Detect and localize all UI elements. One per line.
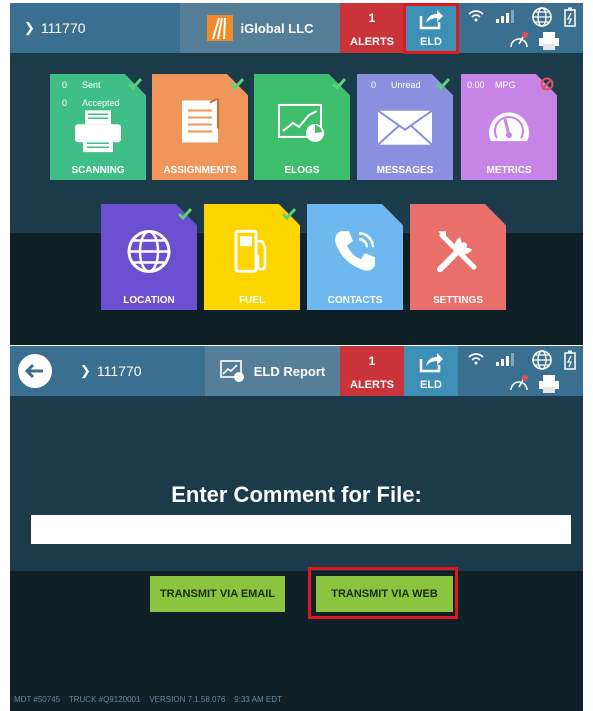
report-eld-button[interactable]: ELD bbox=[404, 346, 458, 396]
report-header: ELD Report bbox=[205, 346, 340, 396]
battery-icon bbox=[564, 350, 576, 370]
fuel-check-icon bbox=[282, 208, 296, 221]
footer-info: MDT #50745 TRUCK #Q9120001 VERSION 7.1.5… bbox=[14, 695, 282, 704]
messages-unread-label: Unread bbox=[391, 80, 421, 90]
eld-report-lower-band bbox=[10, 571, 583, 711]
tools-icon bbox=[437, 231, 477, 273]
alerts-label: ALERTS bbox=[350, 36, 394, 48]
metrics-blocked-icon bbox=[540, 77, 554, 91]
eld-highlight-box bbox=[403, 3, 459, 54]
report-eld-label: ELD bbox=[420, 379, 442, 391]
share-icon bbox=[419, 353, 443, 373]
footer-truck: TRUCK #Q9120001 bbox=[68, 695, 141, 704]
comment-prompt: Enter Comment for File: bbox=[171, 482, 422, 507]
printer-status-icon bbox=[539, 375, 559, 393]
scanning-sent-count: 0 bbox=[62, 80, 68, 90]
scanning-check-icon bbox=[128, 78, 142, 91]
phone-icon bbox=[335, 231, 375, 271]
elogs-small-icon bbox=[219, 360, 244, 382]
transmit-email-button[interactable]: TRANSMIT VIA EMAIL bbox=[150, 576, 285, 612]
footer-mdt: MDT #50745 bbox=[14, 695, 61, 704]
report-title: ELD Report bbox=[253, 363, 326, 379]
status-icons bbox=[458, 3, 583, 53]
elogs-check-icon bbox=[332, 78, 346, 91]
tile-metrics-label: METRICS bbox=[486, 165, 532, 176]
report-driver-id-text: 111770 bbox=[96, 363, 142, 379]
tile-location-label: LOCATION bbox=[123, 295, 175, 306]
elogs-chart-icon bbox=[278, 103, 324, 142]
battery-icon bbox=[564, 7, 576, 27]
metrics-mpg-label: MPG bbox=[495, 80, 516, 90]
scanning-accepted-label: Accepted bbox=[82, 98, 120, 108]
report-alerts-label: ALERTS bbox=[350, 379, 394, 391]
gauge-status-icon bbox=[510, 375, 528, 391]
assignments-check-icon bbox=[230, 78, 244, 91]
gauge-status-icon bbox=[510, 32, 528, 48]
tile-assignments-label: ASSIGNMENTS bbox=[163, 165, 237, 176]
globe-large-icon bbox=[127, 229, 171, 273]
footer-version: VERSION 7.1.58.076 bbox=[149, 695, 226, 704]
tile-elogs-label: ELOGS bbox=[284, 165, 320, 176]
chevron-right-icon: ❯ bbox=[24, 20, 35, 35]
transmit-web-highlight-box bbox=[308, 567, 458, 619]
tile-scanning-label: SCANNING bbox=[71, 165, 125, 176]
wifi-icon bbox=[468, 10, 484, 22]
home-topbar: ❯ 111770 iGlobal LLC 1 ALERTS ELD bbox=[10, 3, 583, 53]
scanner-icon bbox=[75, 110, 121, 153]
alerts-count: 1 bbox=[368, 11, 376, 25]
wifi-icon bbox=[468, 353, 484, 365]
signal-icon bbox=[496, 353, 514, 366]
eld-report-topbar: ❯ 111770 ELD Report 1 ALERTS ELD bbox=[10, 346, 583, 396]
tile-contacts-label: CONTACTS bbox=[327, 295, 383, 306]
globe-icon bbox=[532, 350, 552, 370]
report-status-icons bbox=[458, 346, 583, 396]
scanning-sent-label: Sent bbox=[82, 80, 101, 90]
footer-time: 9:33 AM EDT bbox=[234, 695, 282, 704]
company-header: iGlobal LLC bbox=[180, 3, 340, 53]
company-name: iGlobal LLC bbox=[240, 20, 314, 36]
printer-status-icon bbox=[539, 32, 559, 50]
tile-settings[interactable]: SETTINGS bbox=[410, 204, 506, 310]
alerts-button[interactable]: 1 ALERTS bbox=[340, 3, 404, 53]
envelope-icon bbox=[377, 109, 433, 146]
tile-messages-label: MESSAGES bbox=[376, 165, 434, 176]
chevron-right-icon: ❯ bbox=[80, 363, 91, 378]
scanning-accepted-count: 0 bbox=[62, 98, 68, 108]
company-logo-icon bbox=[206, 15, 233, 41]
driver-id-text: 111770 bbox=[40, 20, 86, 36]
signal-icon bbox=[496, 10, 514, 23]
arrow-left-icon bbox=[24, 363, 43, 379]
home-screen: ❯ 111770 iGlobal LLC 1 ALERTS ELD 0 Sent… bbox=[10, 3, 583, 345]
driver-id[interactable]: ❯ 111770 bbox=[24, 3, 86, 53]
globe-icon bbox=[532, 7, 552, 27]
messages-unread-count: 0 bbox=[371, 80, 377, 90]
back-button[interactable] bbox=[18, 354, 52, 388]
fuel-pump-icon bbox=[234, 229, 267, 273]
report-alerts-count: 1 bbox=[368, 354, 376, 368]
speedometer-icon bbox=[489, 112, 529, 142]
tile-fuel-label: FUEL bbox=[238, 295, 266, 306]
eld-report-screen: ❯ 111770 ELD Report 1 ALERTS ELD Enter C… bbox=[10, 346, 583, 711]
messages-check-icon bbox=[436, 78, 450, 91]
clipboard-icon bbox=[182, 98, 219, 143]
report-driver-id[interactable]: ❯ 111770 bbox=[80, 346, 142, 396]
comment-input[interactable] bbox=[31, 515, 571, 544]
tile-settings-label: SETTINGS bbox=[432, 295, 483, 306]
tile-contacts[interactable]: CONTACTS bbox=[307, 204, 403, 310]
metrics-mpg-value: 0.00 bbox=[467, 80, 485, 90]
location-check-icon bbox=[178, 208, 192, 221]
report-alerts-button[interactable]: 1 ALERTS bbox=[340, 346, 404, 396]
